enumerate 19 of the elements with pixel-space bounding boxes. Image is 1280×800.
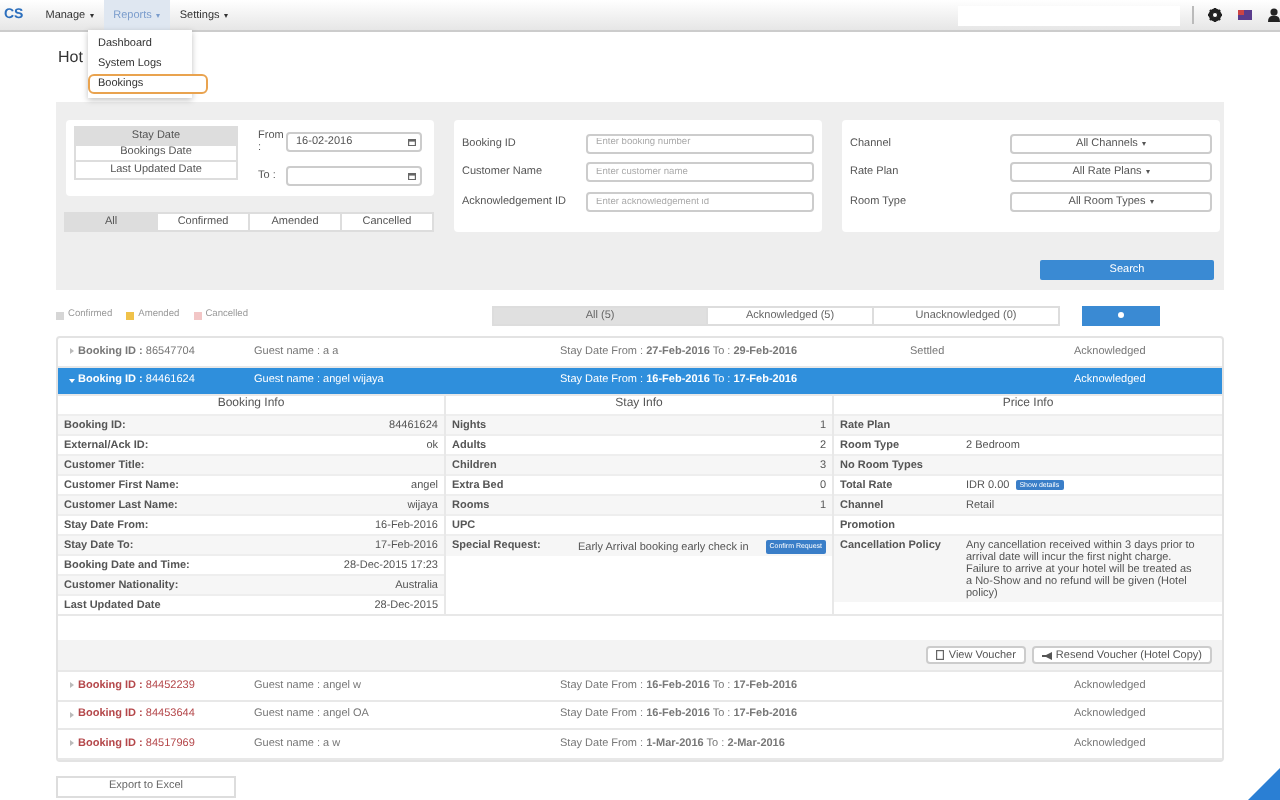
search-field[interactable]: [958, 5, 1180, 25]
caret-icon: [155, 13, 160, 17]
calendar-icon: [408, 171, 416, 180]
add-button[interactable]: [1082, 305, 1161, 325]
caret-icon: [1141, 141, 1146, 146]
caret-icon: [223, 13, 228, 17]
calendar-icon: [408, 138, 416, 147]
user-icon: [1268, 8, 1280, 22]
circle-icon: [1118, 312, 1125, 318]
document-icon: [936, 650, 945, 660]
megaphone-icon: [1041, 651, 1052, 659]
flag-icon: [1238, 10, 1252, 20]
caret-icon: [1145, 170, 1150, 175]
corner-ribbon: [1244, 768, 1280, 800]
page-title: Hot: [58, 48, 83, 66]
settings-icon: [1208, 8, 1222, 22]
caret-icon: [89, 13, 94, 17]
caret-icon: [1149, 200, 1154, 205]
date-field[interactable]: [286, 165, 422, 186]
